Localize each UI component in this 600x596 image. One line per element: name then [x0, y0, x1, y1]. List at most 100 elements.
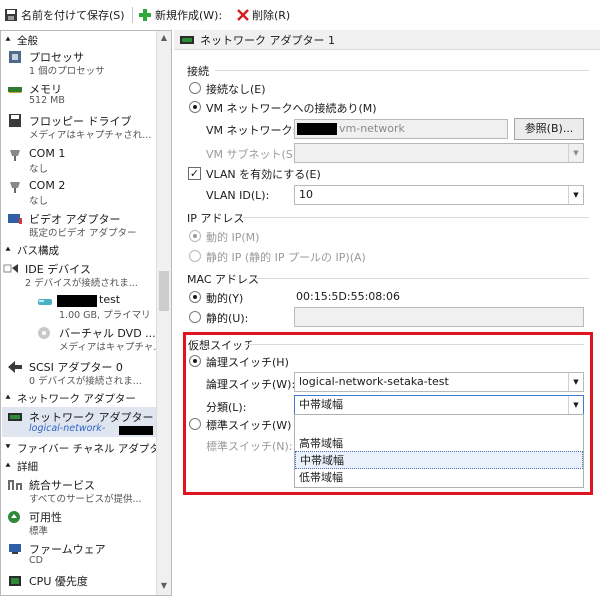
- item-title: COM 1: [29, 147, 66, 160]
- delete-label: 削除(R): [252, 9, 291, 22]
- save-as-label: 名前を付けて保存(S): [21, 9, 125, 22]
- availability-icon: [8, 511, 20, 523]
- ip-dynamic-label: 動的 IP(M): [206, 231, 260, 244]
- ip-static-radio[interactable]: [189, 250, 201, 262]
- network-adapter-icon: [180, 35, 194, 44]
- tree-item-floppy[interactable]: フロッピー ドライブ メディアはキャプチャされ...: [7, 113, 157, 143]
- tree-item-scsi[interactable]: SCSI アダプター 0 0 デバイスが接続されま...: [7, 359, 157, 389]
- item-subtitle: メディアはキャプチャ...: [59, 342, 163, 353]
- redaction-bar: [119, 426, 153, 435]
- processor-icon: [9, 51, 21, 63]
- plus-icon: [139, 9, 151, 21]
- tree-item-integration-services[interactable]: 統合サービス すべてのサービスが提供...: [7, 477, 157, 507]
- section-network[interactable]: ⯅ ネットワーク アダプター: [3, 391, 135, 405]
- tree-item-network-adapter[interactable]: ネットワーク アダプター 1 logical-network-: [7, 409, 164, 439]
- firmware-icon: [9, 544, 21, 554]
- tree-item-com2[interactable]: COM 2 なし: [7, 179, 157, 209]
- delete-x-icon: [237, 9, 249, 21]
- item-title: CPU 優先度: [29, 575, 88, 588]
- tree-item-availability[interactable]: 可用性 標準: [7, 509, 157, 539]
- toolbar-separator: [132, 7, 133, 23]
- collapse-chevron-icon: ⯅: [4, 245, 12, 255]
- video-adapter-icon: [8, 214, 22, 224]
- item-subtitle: 既定のビデオ アダプター: [29, 228, 137, 239]
- item-subtitle: 標準: [29, 526, 49, 537]
- scroll-up-icon[interactable]: ▲: [157, 31, 171, 45]
- mac-static-radio[interactable]: [189, 311, 201, 323]
- dropdown-arrow-icon: ▼: [568, 144, 583, 162]
- scsi-icon: [8, 361, 22, 373]
- collapse-chevron-icon: ⯅: [4, 35, 12, 45]
- item-subtitle: 2 デバイスが接続されま...: [25, 278, 138, 289]
- section-all[interactable]: ⯅ 全般: [3, 33, 38, 47]
- vm-subnet-select[interactable]: ▼: [294, 143, 584, 163]
- memory-icon: [8, 87, 22, 93]
- tree-item-ide[interactable]: IDE デバイス 2 デバイスが接続されま...: [3, 261, 153, 291]
- new-button[interactable]: 新規作成(W):: [138, 6, 222, 24]
- section-label: 詳細: [17, 460, 38, 473]
- group-divider: [215, 70, 589, 71]
- redaction-bar: [57, 295, 97, 307]
- tree-item-com1[interactable]: COM 1 なし: [7, 147, 157, 177]
- item-subtitle: 0 デバイスが接続されま...: [29, 376, 142, 387]
- vm-network-value: vm-network: [339, 122, 405, 135]
- connection-none-radio[interactable]: [189, 82, 201, 94]
- scroll-thumb[interactable]: [159, 271, 169, 311]
- delete-button[interactable]: 削除(R): [237, 6, 290, 24]
- redaction-bar: [297, 123, 337, 135]
- new-label: 新規作成(W):: [155, 9, 223, 22]
- vlan-id-select[interactable]: 10 ▼: [294, 185, 584, 205]
- item-subtitle: なし: [29, 164, 49, 175]
- vlan-enable-label: VLAN を有効にする(E): [206, 168, 321, 181]
- section-label: 全般: [17, 34, 38, 47]
- network-adapter-icon: [8, 413, 22, 421]
- connection-none-label: 接続なし(E): [206, 83, 266, 96]
- mac-group-header: MAC アドレス: [187, 273, 259, 286]
- item-subtitle: すべてのサービスが提供...: [29, 494, 142, 505]
- item-title: test: [99, 293, 121, 306]
- section-fibre[interactable]: ⯆ ファイバー チャネル アダプター: [3, 441, 170, 455]
- mac-dynamic-radio[interactable]: [189, 291, 201, 303]
- browse-button[interactable]: 参照(B)...: [514, 118, 584, 140]
- section-details[interactable]: ⯅ 詳細: [3, 459, 38, 473]
- save-as-button[interactable]: 名前を付けて保存(S): [4, 6, 125, 24]
- ip-dynamic-radio[interactable]: [189, 230, 201, 242]
- dvd-icon: [38, 327, 50, 339]
- mac-static-field[interactable]: [294, 307, 584, 327]
- integration-services-icon: [8, 480, 22, 490]
- collapse-chevron-icon: ⯅: [4, 393, 12, 403]
- panel-title: ネットワーク アダプター 1: [200, 33, 335, 47]
- toolbar: 名前を付けて保存(S) 新規作成(W): 削除(R): [0, 0, 600, 30]
- tree-item-memory[interactable]: メモリ 512 MB: [7, 81, 157, 111]
- item-subtitle: 1 個のプロセッサ: [29, 66, 105, 77]
- section-label: バス構成: [17, 244, 59, 257]
- item-subtitle: なし: [29, 196, 49, 207]
- expand-box-icon: [3, 264, 18, 273]
- vlan-id-label: VLAN ID(L):: [206, 189, 270, 202]
- vm-network-radio[interactable]: [189, 101, 201, 113]
- item-subtitle: logical-network-: [29, 423, 106, 434]
- tree-item-video[interactable]: ビデオ アダプター 既定のビデオ アダプター: [7, 211, 157, 241]
- mac-dynamic-label: 動的(Y): [206, 292, 244, 305]
- item-title: COM 2: [29, 179, 66, 192]
- item-subtitle: CD: [29, 555, 43, 566]
- disk-icon: [38, 299, 52, 305]
- mac-address-value: 00:15:5D:55:08:06: [296, 290, 400, 303]
- section-bus[interactable]: ⯅ バス構成: [3, 243, 59, 257]
- item-subtitle: 1.00 GB, プライマリ: [59, 310, 151, 321]
- tree-item-firmware[interactable]: ファームウェア CD: [7, 541, 157, 571]
- vm-network-field[interactable]: vm-network: [294, 119, 508, 139]
- expand-chevron-icon: ⯆: [4, 443, 12, 453]
- vm-network-radio-label: VM ネットワークへの接続あり(M): [206, 102, 377, 115]
- tree-item-dvd[interactable]: バーチャル DVD ... メディアはキャプチャ...: [37, 325, 162, 355]
- floppy-icon: [9, 114, 21, 127]
- tree-item-cpu-priority[interactable]: CPU 優先度: [7, 573, 157, 591]
- scroll-down-icon[interactable]: ▼: [157, 579, 171, 593]
- group-divider: [252, 278, 589, 279]
- vlan-enable-checkbox[interactable]: ✓: [188, 167, 201, 180]
- item-subtitle: メディアはキャプチャされ...: [29, 130, 152, 141]
- tree-scrollbar[interactable]: ▲ ▼: [156, 31, 171, 595]
- item-subtitle: 512 MB: [29, 95, 65, 106]
- tree-item-processor[interactable]: プロセッサ 1 個のプロセッサ: [7, 49, 157, 79]
- tree-item-disk[interactable]: test 1.00 GB, プライマリ: [37, 293, 155, 323]
